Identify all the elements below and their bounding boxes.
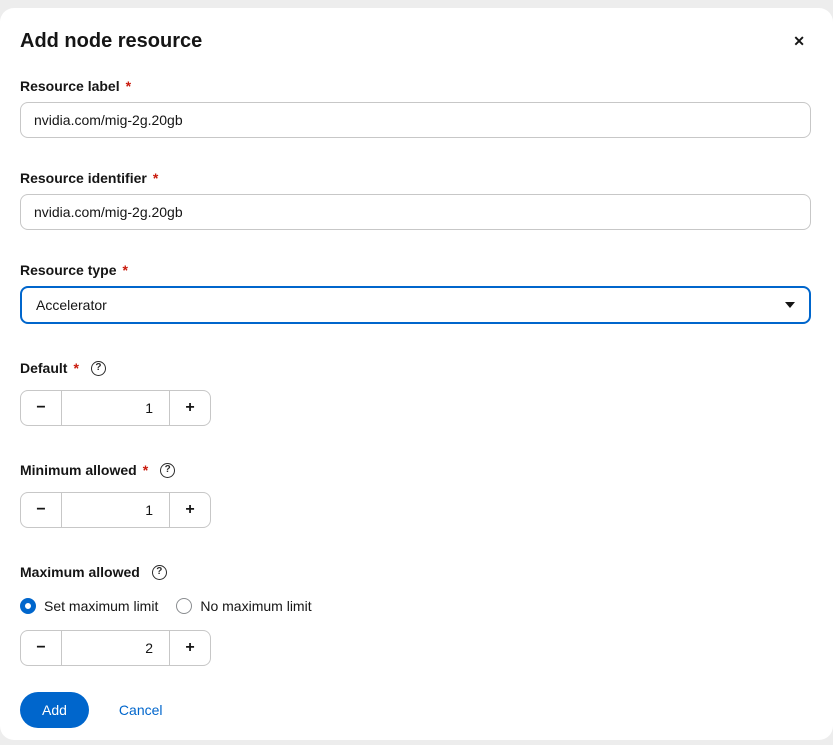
maximum-allowed-label-row: Maximum allowed ? [20, 564, 811, 580]
minimum-allowed-label: Minimum allowed [20, 462, 137, 478]
resource-type-group: Resource type * Accelerator [20, 262, 811, 324]
question-glyph: ? [164, 464, 171, 475]
resource-type-label: Resource type [20, 262, 117, 278]
modal-footer: Add Cancel [20, 692, 811, 740]
close-button[interactable]: ✕ [787, 28, 811, 54]
help-icon[interactable]: ? [160, 462, 176, 478]
minus-icon: − [36, 501, 46, 518]
help-icon[interactable]: ? [90, 360, 106, 376]
resource-identifier-input[interactable] [20, 194, 811, 230]
maximum-plus-button[interactable]: + [169, 630, 211, 666]
maximum-allowed-stepper: − + [20, 630, 811, 666]
plus-icon: + [185, 399, 195, 416]
minimum-allowed-stepper: − + [20, 492, 811, 528]
resource-label-group: Resource label * [20, 78, 811, 138]
chevron-down-icon [785, 302, 795, 308]
resource-label-label: Resource label [20, 78, 120, 94]
plus-icon: + [185, 639, 195, 656]
radio-set-maximum-limit[interactable]: Set maximum limit [20, 598, 158, 614]
default-group: Default * ? − + [20, 360, 811, 426]
add-node-resource-modal: Add node resource ✕ Resource label * Res… [0, 8, 833, 740]
minus-icon: − [36, 639, 46, 656]
default-label: Default [20, 360, 68, 376]
resource-identifier-label-row: Resource identifier * [20, 170, 811, 186]
cancel-button[interactable]: Cancel [119, 702, 163, 718]
resource-type-label-row: Resource type * [20, 262, 811, 278]
default-value-input[interactable] [62, 390, 170, 426]
maximum-limit-radio-group: Set maximum limit No maximum limit [20, 598, 811, 614]
required-asterisk: * [122, 262, 128, 278]
minus-icon: − [36, 399, 46, 416]
question-glyph: ? [156, 566, 163, 577]
plus-icon: + [185, 501, 195, 518]
resource-type-select[interactable]: Accelerator [20, 286, 811, 324]
maximum-minus-button[interactable]: − [20, 630, 62, 666]
radio-no-maximum-limit[interactable]: No maximum limit [176, 598, 312, 614]
question-glyph: ? [95, 362, 102, 373]
maximum-value-input[interactable] [62, 630, 170, 666]
radio-no-maximum-limit-label: No maximum limit [200, 598, 312, 614]
default-label-row: Default * ? [20, 360, 811, 376]
radio-set-maximum-limit-label: Set maximum limit [44, 598, 159, 614]
minimum-allowed-group: Minimum allowed * ? − + [20, 462, 811, 528]
minimum-plus-button[interactable]: + [169, 492, 211, 528]
resource-label-label-row: Resource label * [20, 78, 811, 94]
default-minus-button[interactable]: − [20, 390, 62, 426]
maximum-allowed-group: Maximum allowed ? Set maximum limit No m… [20, 564, 811, 666]
minimum-allowed-label-row: Minimum allowed * ? [20, 462, 811, 478]
minimum-minus-button[interactable]: − [20, 492, 62, 528]
add-button[interactable]: Add [20, 692, 89, 728]
required-asterisk: * [73, 360, 79, 376]
required-asterisk: * [152, 170, 159, 186]
modal-title: Add node resource [20, 30, 203, 52]
minimum-value-input[interactable] [62, 492, 170, 528]
radio-button-checked-icon [20, 598, 36, 614]
default-stepper: − + [20, 390, 811, 426]
maximum-allowed-label: Maximum allowed [20, 564, 140, 580]
required-asterisk: * [142, 462, 149, 478]
close-icon: ✕ [793, 33, 805, 49]
help-icon[interactable]: ? [151, 564, 167, 580]
modal-header: Add node resource ✕ [20, 28, 811, 54]
resource-identifier-label: Resource identifier [20, 170, 147, 186]
required-asterisk: * [125, 78, 132, 94]
resource-type-selected-value: Accelerator [36, 297, 107, 313]
resource-label-input[interactable] [20, 102, 811, 138]
resource-identifier-group: Resource identifier * [20, 170, 811, 230]
radio-button-unchecked-icon [176, 598, 193, 614]
default-plus-button[interactable]: + [169, 390, 211, 426]
